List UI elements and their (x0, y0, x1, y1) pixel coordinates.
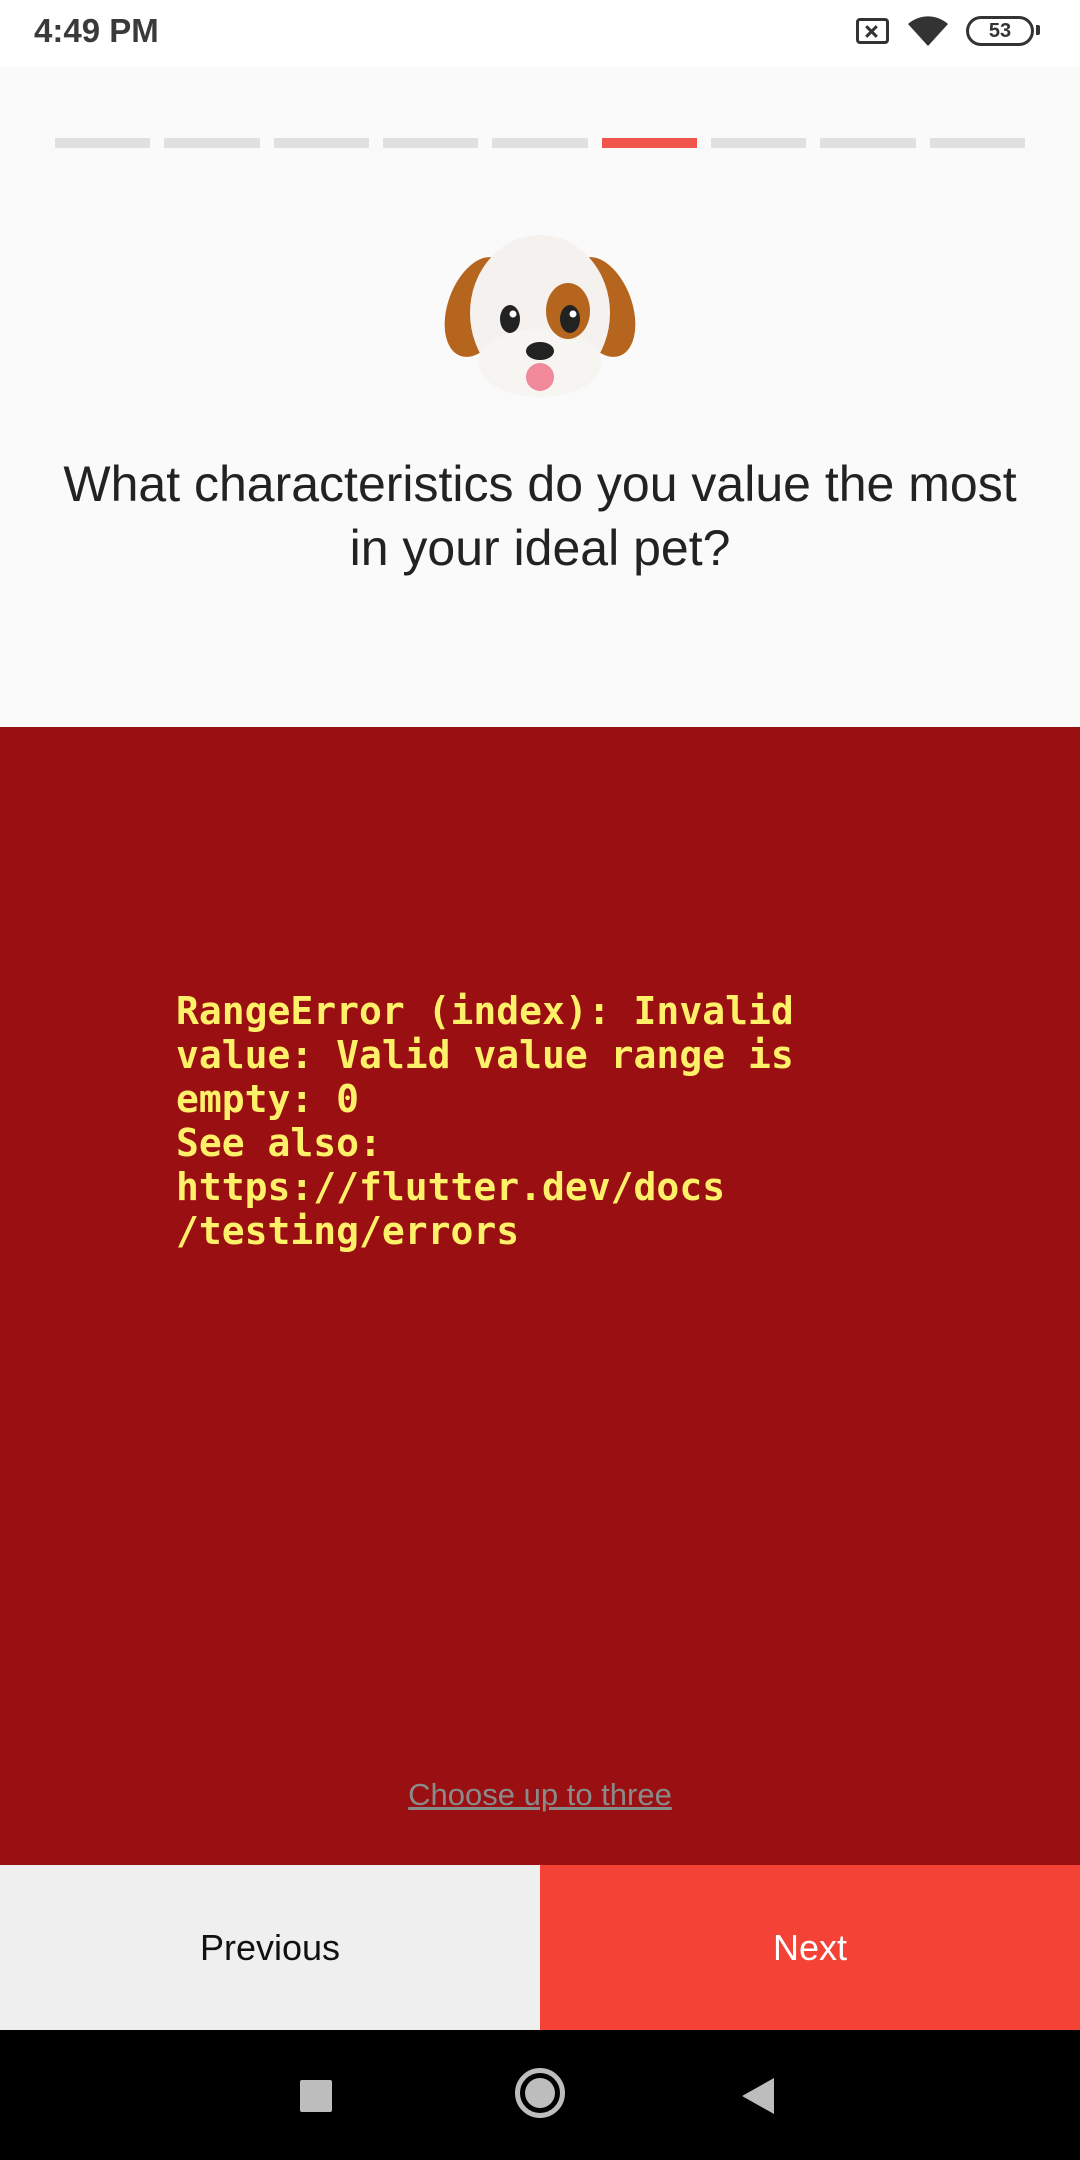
battery-nub (1036, 25, 1040, 35)
navigation-bar (0, 2030, 1080, 2160)
progress-segment-6 (601, 138, 697, 148)
progress-segment-1 (55, 138, 151, 148)
status-bar: 4:49 PM 53 (0, 0, 1080, 66)
next-button[interactable]: Next (540, 1865, 1080, 2030)
status-icons: 53 (856, 14, 1046, 54)
battery-icon: 53 (966, 16, 1034, 46)
dog-face-icon (444, 235, 636, 397)
progress-segment-4 (382, 138, 479, 148)
progress-segment-2 (164, 138, 260, 148)
recents-icon[interactable] (300, 2080, 332, 2112)
error-panel: RangeError (index): Invalid value: Valid… (0, 727, 1080, 1865)
error-message: RangeError (index): Invalid value: Valid… (176, 989, 794, 1253)
wifi-icon (908, 16, 948, 46)
status-time: 4:49 PM (34, 12, 159, 49)
back-icon[interactable] (742, 2078, 774, 2114)
previous-button[interactable]: Previous (0, 1865, 540, 2030)
sim-off-icon (856, 18, 889, 44)
progress-segment-5 (492, 138, 588, 148)
progress-segment-7 (710, 138, 807, 148)
progress-indicator (55, 138, 1025, 148)
choose-hint-link[interactable]: Choose up to three (0, 1777, 1080, 1813)
progress-segment-8 (820, 138, 916, 148)
progress-segment-9 (929, 138, 1025, 148)
progress-segment-3 (273, 138, 369, 148)
question-title: What characteristics do you value the mo… (63, 456, 1017, 576)
home-icon[interactable] (515, 2068, 565, 2118)
